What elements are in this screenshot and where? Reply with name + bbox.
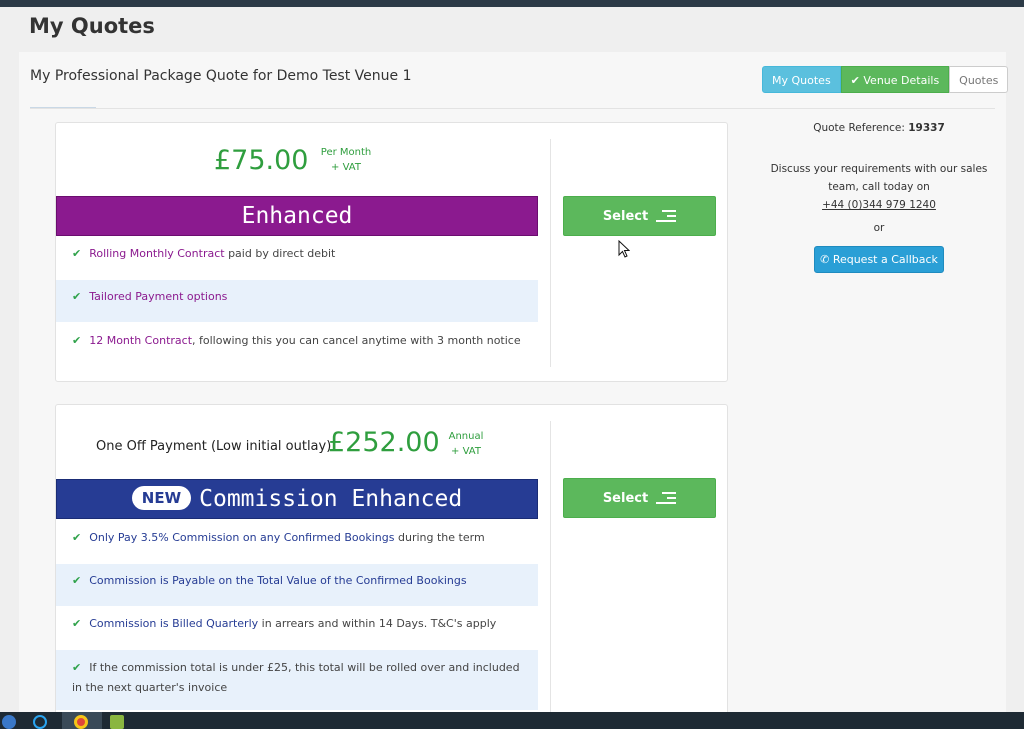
- my-quotes-button[interactable]: My Quotes: [762, 66, 841, 93]
- check-icon: ✔: [850, 74, 860, 87]
- feature-item: ✔ Tailored Payment options: [56, 280, 538, 322]
- or-text: or: [873, 222, 885, 234]
- phone-link[interactable]: +44 (0)344 979 1240: [762, 196, 996, 214]
- os-taskbar: [0, 712, 1024, 729]
- quote-reference: Quote Reference: 19337: [813, 122, 945, 134]
- feature-item: ✔ Commission is Billed Quarterly in arrea…: [72, 617, 497, 630]
- check-icon: ✔: [72, 574, 82, 587]
- feature-item: ✔ Rolling Monthly Contract paid by direct…: [72, 247, 336, 260]
- payment-type-label: One Off Payment (Low initial outlay): [96, 439, 332, 454]
- page-title: My Quotes: [29, 14, 155, 38]
- card-divider: [550, 139, 551, 367]
- check-icon: ✔: [72, 531, 82, 544]
- check-icon: ✔: [72, 617, 82, 630]
- feature-item: ✔ Commission is Payable on the Total Valu…: [56, 564, 538, 606]
- price-annual: £252.00: [328, 427, 440, 458]
- select-commission-button[interactable]: Select: [563, 478, 716, 518]
- panel-title: My Professional Package Quote for Demo T…: [30, 68, 412, 84]
- price-period-note: Per Month + VAT: [320, 147, 372, 173]
- venue-details-button[interactable]: ✔ Venue Details: [840, 66, 950, 93]
- select-enhanced-button[interactable]: Select: [563, 196, 716, 236]
- sales-contact-text: Discuss your requirements with our sales…: [762, 160, 996, 214]
- check-icon: ✔: [72, 247, 82, 260]
- sort-icon: [656, 210, 677, 222]
- chrome-icon[interactable]: [74, 715, 88, 729]
- wifi-icon[interactable]: [33, 715, 47, 729]
- package-banner-commission: NEW Commission Enhanced: [56, 479, 538, 519]
- panel-divider: [30, 108, 995, 109]
- price-period-note: Annual + VAT: [448, 431, 484, 457]
- quote-card-commission: One Off Payment (Low initial outlay) £25…: [55, 404, 728, 724]
- card-divider: [550, 421, 551, 721]
- price-monthly: £75.00: [214, 145, 309, 176]
- check-icon: ✔: [72, 290, 82, 303]
- check-icon: ✔: [72, 661, 82, 674]
- sort-icon: [656, 492, 677, 504]
- app-icon[interactable]: [110, 715, 124, 729]
- quotes-button[interactable]: Quotes: [949, 66, 1009, 93]
- new-badge: NEW: [131, 486, 192, 510]
- feature-item: ✔ If the commission total is under £25, t…: [56, 650, 538, 710]
- nav-button-group: My Quotes ✔ Venue Details Quotes: [762, 66, 1009, 93]
- mouse-cursor-icon: [618, 240, 630, 258]
- feature-item: ✔ Only Pay 3.5% Commission on any Confirm…: [72, 531, 485, 544]
- phone-icon: ✆: [820, 253, 830, 266]
- start-icon[interactable]: [2, 715, 16, 729]
- feature-item: ✔ 12 Month Contract, following this you c…: [72, 334, 521, 347]
- browser-top-bar: [0, 0, 1024, 7]
- package-banner-enhanced: Enhanced: [56, 196, 538, 236]
- check-icon: ✔: [72, 334, 82, 347]
- quote-panel: My Professional Package Quote for Demo T…: [19, 52, 1009, 724]
- request-callback-button[interactable]: ✆ Request a Callback: [814, 246, 944, 273]
